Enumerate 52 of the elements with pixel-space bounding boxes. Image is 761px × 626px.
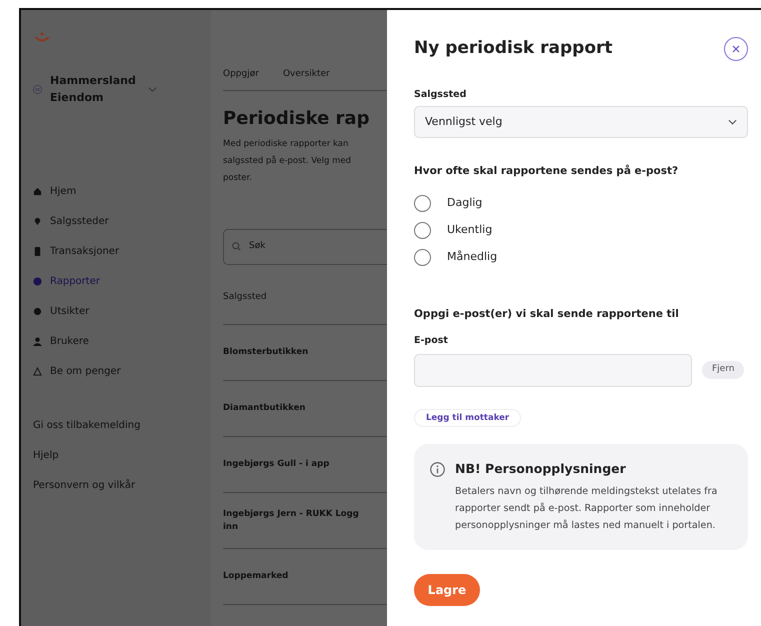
document-icon [33,246,42,256]
dialog-title: Ny periodisk rapport [414,37,613,60]
nav-item[interactable]: Hjem [33,176,211,206]
notice-title: NB! Personopplysninger [455,460,627,478]
nav-item[interactable]: Be om penger [33,356,211,386]
chevron-icon [728,118,737,125]
remove-button[interactable]: Fjern [702,361,744,379]
section-heading: Oppgi e-post(er) vi skal sende rapportene til [414,306,680,322]
home-icon [33,186,42,196]
pin-icon [33,216,42,226]
account-switcher[interactable]: Hammersland Eiendom [33,73,211,106]
footer-link[interactable]: Hjelp [33,440,211,470]
footer-link[interactable]: Personvern og vilkår [33,470,211,500]
add-recipient-button[interactable]: Legg til mottaker [414,408,522,428]
nav-item[interactable]: Salgssteder [33,206,211,236]
menu-icon [33,85,42,94]
close-button[interactable] [724,36,748,61]
table-cell-text: Loppemarked [223,570,290,583]
nav-item[interactable]: Transaksjoner [33,236,211,266]
table-cell-text: Blomsterbutikken [223,346,310,359]
radio-button[interactable] [414,194,431,212]
intro-text: salgssted på e-post. Velg med [223,154,352,168]
search-icon [232,242,241,251]
radio-label[interactable]: Daglig [447,194,482,212]
info-icon [430,462,445,478]
page-tab[interactable]: Oversikter [282,68,330,82]
close-icon [732,44,740,53]
field-label: E-post [414,334,449,348]
radio-button[interactable] [414,222,431,238]
intro-text: Med periodiske rapporter kan [223,138,350,150]
page-heading: Periodiske rap [223,106,370,130]
radio-label[interactable]: Månedlig [447,248,498,266]
save-button[interactable]: Lagre [414,574,480,606]
radio-label[interactable]: Ukentlig [447,222,492,238]
select-field[interactable]: Vennligst velg [414,106,748,138]
user-icon [33,336,42,346]
email-input[interactable] [414,354,692,386]
notice-text: Betalers navn og tilhørende meldingstekst utelates fra rapporter sendt på e-post. Rapporter som inneholder personopplysninger må lastes ned manuelt i portalen. [455,485,718,533]
nav-item[interactable]: Brukere [33,326,211,356]
triangle-icon [33,366,42,376]
page-tab[interactable]: Oppgjør [223,68,259,82]
table-cell-text: Ingebjørgs Gull - i app [223,458,330,471]
table-cell-text: Ingebjørgs Jern - RUKK Logg inn [223,508,360,534]
nav-item[interactable]: Rapporter [33,266,211,296]
question-text: Hvor ofte skal rapportene sendes på e-post? [414,164,680,179]
nav-item[interactable]: Utsikter [33,296,211,326]
footer-link[interactable]: Gi oss tilbakemelding [33,410,211,440]
radio-button[interactable] [414,248,431,266]
intro-text: poster. [223,172,254,184]
chevron-icon [148,85,157,94]
field-label: Salgssted [414,88,468,102]
table-cell-text: Diamantbutikken [223,402,306,415]
